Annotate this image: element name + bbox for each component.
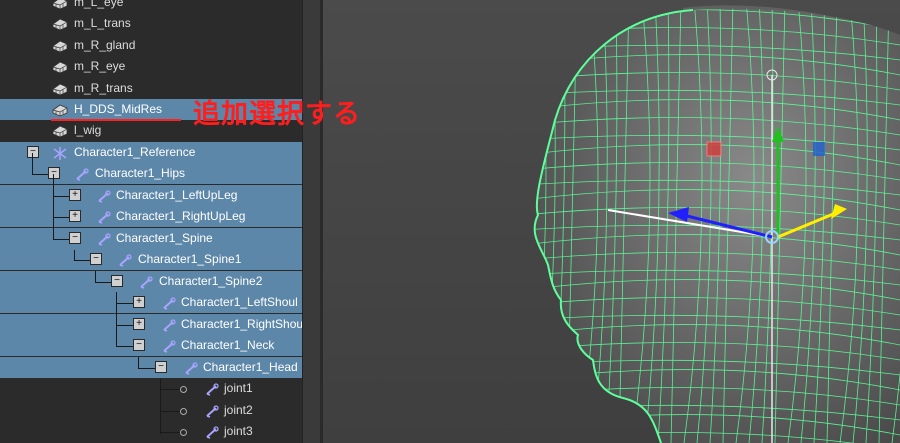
collapse-button[interactable]: − — [69, 232, 81, 244]
outliner-item-label: m_R_eye — [74, 59, 126, 73]
outliner-item-label: m_R_gland — [74, 38, 136, 52]
outliner-row[interactable]: + Character1_RightUpLeg — [0, 206, 302, 227]
mesh-icon — [52, 39, 68, 53]
tree-connector-line — [116, 325, 133, 326]
manipulator-plane-handle[interactable] — [706, 141, 722, 157]
outliner-row[interactable]: − Character1_Neck — [0, 335, 302, 356]
collapse-button[interactable]: − — [111, 275, 123, 287]
outliner-item-label: Character1_LeftShoul — [181, 295, 298, 309]
outliner-row[interactable]: + Character1_RightShou — [0, 314, 304, 335]
tree-connector-line — [32, 174, 48, 175]
outliner-item-label: joint2 — [224, 403, 253, 417]
expand-button[interactable]: + — [69, 189, 81, 201]
outliner-row[interactable]: joint1 — [0, 378, 302, 399]
joint-icon — [74, 167, 90, 181]
mesh-icon — [52, 60, 68, 74]
outliner-row[interactable]: + Character1_LeftUpLeg — [0, 185, 302, 206]
tree-connector-line — [116, 292, 117, 347]
viewport-3d[interactable] — [323, 0, 900, 443]
outliner-item-label: Character1_Spine1 — [138, 252, 242, 266]
outliner-row[interactable]: joint2 — [0, 400, 302, 421]
outliner-row[interactable]: m_R_gland — [0, 35, 302, 56]
annotation-text: 追加選択する — [193, 99, 361, 130]
joint-icon — [204, 425, 220, 439]
tree-leaf-dot — [180, 429, 187, 436]
outliner-item-label: Character1_RightShou — [181, 317, 304, 331]
joint-icon — [96, 189, 112, 203]
tree-connector-line — [53, 196, 69, 197]
outliner-panel: m_L_eye m_L_trans m_R_gland m_R_eye m_R_tran… — [0, 0, 306, 443]
reference-icon — [52, 146, 68, 160]
joint-icon — [161, 296, 177, 310]
outliner-row[interactable]: joint3 — [0, 421, 302, 442]
collapse-button[interactable]: − — [27, 146, 39, 158]
tree-connector-line — [160, 411, 180, 412]
tree-connector-line — [138, 357, 139, 368]
outliner-row[interactable]: − Character1_Spine2 — [0, 271, 302, 292]
outliner-row[interactable]: + Character1_LeftShoul — [0, 292, 302, 313]
mesh-icon — [52, 82, 68, 96]
outliner-item-label: Character1_RightUpLeg — [116, 209, 246, 223]
outliner-row[interactable]: m_L_trans — [0, 13, 302, 34]
outliner-item-label: m_L_eye — [74, 0, 124, 9]
outliner-item-label: joint1 — [224, 381, 253, 395]
joint-icon — [96, 210, 112, 224]
outliner-item-label: Character1_LeftUpLeg — [116, 188, 238, 202]
joint-icon — [204, 382, 220, 396]
outliner-item-label: Character1_Spine — [116, 231, 213, 245]
tree-leaf-dot — [180, 408, 187, 415]
tree-connector-line — [53, 174, 54, 239]
tree-connector-line — [53, 239, 69, 240]
joint-icon — [117, 253, 133, 267]
tree-connector-line — [32, 153, 33, 175]
annotation-underline — [51, 119, 181, 121]
tree-connector-line — [116, 346, 133, 347]
outliner-row[interactable]: m_L_eye — [0, 0, 302, 13]
joint-icon — [96, 232, 112, 246]
mesh-icon — [52, 17, 68, 31]
tree-connector-line — [95, 282, 111, 283]
tree-connector-line — [160, 432, 180, 433]
outliner-item-label: Character1_Neck — [181, 338, 275, 352]
outliner-row[interactable]: − Character1_Spine1 — [0, 249, 302, 270]
tree-connector-line — [138, 368, 155, 369]
mesh-icon — [52, 124, 68, 138]
tree-connector-line — [53, 217, 69, 218]
outliner-item-label: l_wig — [74, 123, 102, 137]
outliner-row[interactable]: − Character1_Reference — [0, 142, 302, 163]
outliner-item-label: Character1_Hips — [95, 166, 186, 180]
mesh-icon — [52, 0, 68, 10]
outliner-scrollbar[interactable] — [302, 0, 321, 443]
outliner-item-label: m_R_trans — [74, 81, 133, 95]
head-wireframe-canvas — [533, 5, 900, 443]
expand-button[interactable]: + — [69, 210, 81, 222]
joint-icon — [204, 404, 220, 418]
tree-connector-line — [116, 303, 133, 304]
outliner-row[interactable]: − Character1_Spine — [0, 228, 302, 249]
outliner-item-label: H_DDS_MidRes — [74, 102, 163, 116]
tree-connector-line — [160, 379, 161, 434]
joint-icon — [161, 339, 177, 353]
collapse-button[interactable]: − — [90, 253, 102, 265]
joint-icon — [183, 361, 199, 375]
tree-connector-line — [160, 389, 180, 390]
tree-leaf-dot — [180, 386, 187, 393]
joint-icon — [161, 318, 177, 332]
outliner-item-label: Character1_Reference — [74, 145, 196, 159]
joint-icon — [138, 275, 154, 289]
expand-button[interactable]: + — [133, 296, 145, 308]
outliner-item-label: Character1_Spine2 — [159, 274, 263, 288]
collapse-button[interactable]: − — [155, 361, 167, 373]
outliner-item-label: joint3 — [224, 424, 253, 438]
expand-button[interactable]: + — [133, 318, 145, 330]
manipulator-plane-handle-2[interactable] — [813, 142, 825, 156]
tree-connector-line — [74, 260, 90, 261]
outliner-item-label: m_L_trans — [74, 16, 131, 30]
collapse-button[interactable]: − — [133, 339, 145, 351]
outliner-item-label: Character1_Head — [203, 360, 298, 374]
outliner-row[interactable]: m_R_eye — [0, 56, 302, 77]
tree-connector-line — [95, 271, 96, 282]
collapse-button[interactable]: − — [48, 167, 60, 179]
mesh-icon — [52, 103, 68, 117]
